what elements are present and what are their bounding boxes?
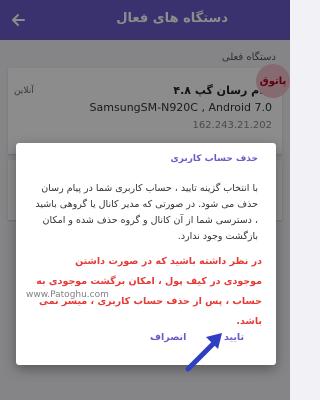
delete-account-dialog: حذف حساب کاربری با انتخاب گزینه تایید ، … <box>16 143 276 365</box>
dialog-title: حذف حساب کاربری <box>170 154 259 164</box>
pointer-arrow-icon <box>185 333 222 372</box>
dialog-body: با انتخاب گزینه تایید ، حساب کاربری شما … <box>35 183 258 242</box>
site-watermark: www.Patoghu.com <box>26 290 109 300</box>
